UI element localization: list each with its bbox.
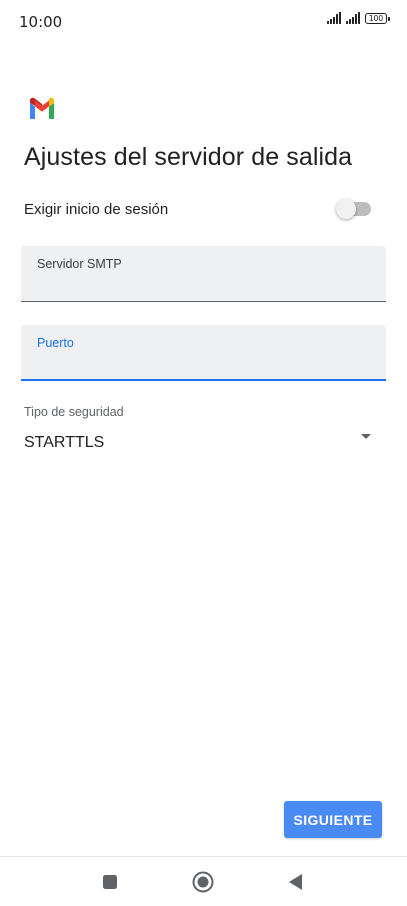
- signal-icon: [346, 12, 360, 24]
- require-signin-label: Exigir inicio de sesión: [24, 201, 169, 218]
- battery-level: 100: [368, 14, 384, 23]
- security-type-label: Tipo de seguridad: [24, 405, 124, 419]
- port-label: Puerto: [37, 336, 74, 350]
- page-title: Ajustes del servidor de salida: [24, 143, 353, 171]
- smtp-server-field[interactable]: Servidor SMTP: [21, 246, 386, 302]
- recents-icon[interactable]: [98, 870, 122, 894]
- gmail-logo-icon: [30, 97, 54, 119]
- security-type-value: STARTTLS: [24, 434, 105, 451]
- smtp-server-input[interactable]: [37, 276, 367, 296]
- toggle-thumb: [336, 199, 356, 219]
- port-field[interactable]: Puerto: [21, 325, 386, 381]
- dropdown-arrow-icon: [361, 434, 371, 439]
- status-icons: 100: [327, 12, 390, 24]
- navigation-bar: [0, 856, 407, 906]
- status-bar: 10:00 100: [0, 0, 407, 44]
- signal-icon: [327, 12, 341, 24]
- port-input[interactable]: [37, 355, 367, 375]
- smtp-server-label: Servidor SMTP: [37, 257, 122, 271]
- back-icon[interactable]: [284, 870, 308, 894]
- home-icon[interactable]: [191, 870, 215, 894]
- status-time: 10:00: [19, 13, 63, 31]
- require-signin-toggle[interactable]: [336, 199, 371, 219]
- next-button[interactable]: SIGUIENTE: [284, 801, 382, 838]
- battery-icon: 100: [365, 13, 390, 24]
- require-signin-row: Exigir inicio de sesión: [24, 196, 385, 224]
- security-type-dropdown[interactable]: STARTTLS: [24, 426, 379, 456]
